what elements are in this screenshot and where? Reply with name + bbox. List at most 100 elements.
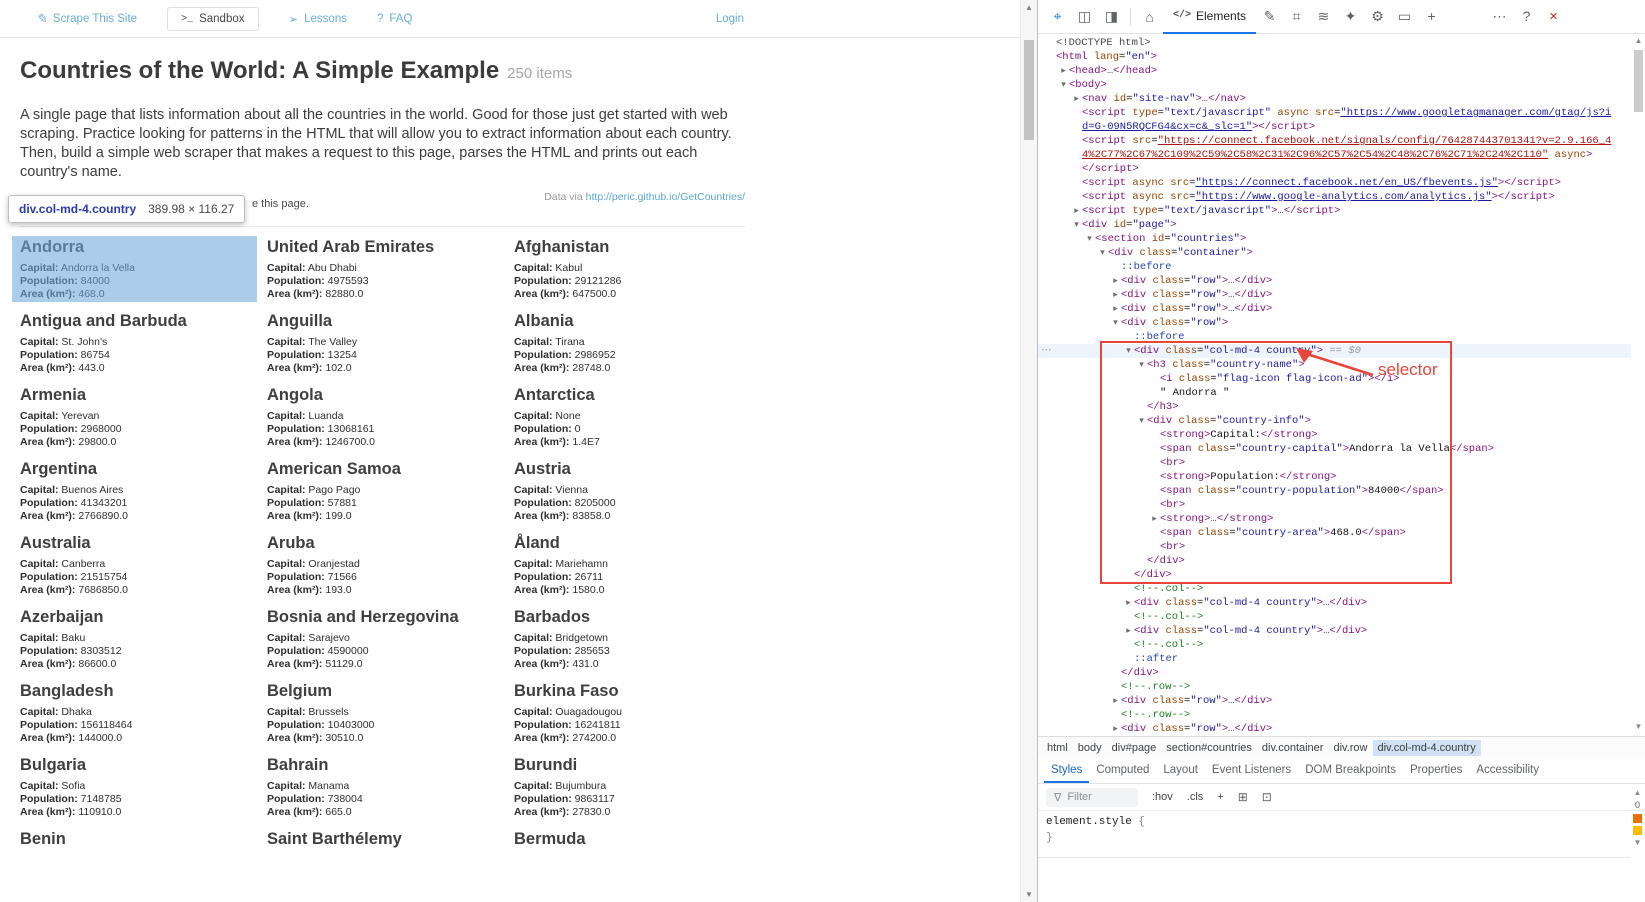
dom-tree-line[interactable]: <span class="country-population">84000</… [1038,484,1631,498]
close-icon[interactable]: × [1540,8,1567,25]
toggle-hov-button[interactable]: :hov [1152,791,1173,803]
nav-link-faq[interactable]: ? FAQ [377,13,412,25]
scroll-up-icon[interactable]: ▲ [1021,3,1037,12]
tab-layout[interactable]: Layout [1156,758,1205,783]
dom-tree-line[interactable]: d=G-09N5RQCFG4&cx=c&_slc=1"></script> [1038,120,1631,134]
dom-tree-line[interactable]: ▾<div class="container"> [1038,246,1631,260]
dom-tree-line[interactable]: <i class="flag-icon flag-icon-ad"></i> [1038,372,1631,386]
dom-tree-line[interactable]: ▾<h3 class="country-name"> [1038,358,1631,372]
breadcrumb-item[interactable]: div.row [1328,740,1372,756]
more-options-icon[interactable]: ⋯ [1486,8,1513,25]
device-emulation-icon[interactable]: ◫ [1071,8,1098,25]
brand-link[interactable]: ✎ Scrape This Site [36,11,137,27]
more-tabs-icon[interactable]: + [1418,8,1445,25]
dom-tree-line[interactable]: <!--.row--> [1038,680,1631,694]
login-link[interactable]: Login [716,13,744,25]
computed-sidebar-icon[interactable]: ⊡ [1262,790,1272,804]
dom-tree-line[interactable]: <script src="https://connect.facebook.ne… [1038,134,1631,148]
styles-scroll-up-icon[interactable]: ▲ [1630,788,1645,797]
nav-link-lessons[interactable]: ➢ Lessons [289,12,347,26]
tab-event-listeners[interactable]: Event Listeners [1205,758,1298,783]
page-scrollbar[interactable]: ▲ ▼ [1020,0,1037,902]
collapse-arrow-icon[interactable]: ▾ [1136,358,1147,372]
element-style-rule[interactable]: element.style { [1046,814,1623,830]
dom-tree-line[interactable]: ▸<div class="row">…</div> [1038,302,1631,316]
dom-tree-line[interactable]: ::before [1038,330,1631,344]
toggle-cls-button[interactable]: .cls [1187,791,1204,803]
scrollbar-thumb[interactable] [1024,40,1034,140]
dom-tree-line[interactable]: ▸<div class="row">…</div> [1038,288,1631,302]
collapse-arrow-icon[interactable]: ▾ [1136,414,1147,428]
dom-tree-line[interactable]: ▾<div class="country-info"> [1038,414,1631,428]
dom-tree-line[interactable]: ▾<section id="countries"> [1038,232,1631,246]
styles-scroll-down-icon[interactable]: ▼ [1630,838,1645,847]
dom-tree-line[interactable]: <!DOCTYPE html> [1038,36,1631,50]
dom-tree-line[interactable]: <strong>Population:</strong> [1038,470,1631,484]
dom-tree-line[interactable]: </div> [1038,568,1631,582]
dom-tree-line[interactable]: <strong>Capital:</strong> [1038,428,1631,442]
inspect-element-icon[interactable]: ⌖ [1044,8,1071,25]
tree-scrollbar-thumb[interactable] [1634,50,1643,112]
dom-tree-line[interactable]: <!--.row--> [1038,708,1631,722]
expand-arrow-icon[interactable]: ▸ [1110,302,1121,316]
tab-accessibility[interactable]: Accessibility [1469,758,1546,783]
dom-tree-line[interactable]: ▸<div class="row">…</div> [1038,694,1631,708]
dom-tree-line[interactable]: <br> [1038,456,1631,470]
new-style-rule-button[interactable]: + [1217,791,1223,803]
expand-arrow-icon[interactable]: ▸ [1110,694,1121,708]
more-actions-icon[interactable]: ⋯ [1041,344,1052,358]
dom-tree-line[interactable]: ▸<strong>…</strong> [1038,512,1631,526]
expand-arrow-icon[interactable]: ▸ [1123,624,1134,638]
dom-tree-line[interactable]: " Andorra " [1038,386,1631,400]
collapse-arrow-icon[interactable]: ▾ [1110,316,1121,330]
dom-tree-line[interactable]: ▸<div class="row">…</div> [1038,274,1631,288]
tab-styles[interactable]: Styles [1044,758,1089,783]
dom-tree-line[interactable]: ▸<div class="col-md-4 country">…</div> [1038,624,1631,638]
dock-side-icon[interactable]: ▭ [1391,8,1418,25]
breadcrumb-item[interactable]: div.container [1257,740,1329,756]
dom-tree-line[interactable]: </script> [1038,162,1631,176]
grid-overlay-icon[interactable]: ⊞ [1238,790,1248,804]
dom-tree-line[interactable]: <html lang="en"> [1038,50,1631,64]
dom-tree-line[interactable]: <span class="country-capital">Andorra la… [1038,442,1631,456]
breadcrumb-item[interactable]: div.col-md-4.country [1373,740,1481,756]
help-icon[interactable]: ? [1513,8,1540,25]
dom-tree-line-selected[interactable]: ▾<div class="col-md-4 country"> == $0⋯ [1038,344,1631,358]
scroll-down-icon[interactable]: ▼ [1021,890,1037,899]
activity-bar-icon[interactable]: ◨ [1098,8,1125,25]
devtools-tree-scrollbar[interactable]: ▲ ▼ [1631,34,1645,736]
dom-tree-line[interactable]: <br> [1038,540,1631,554]
expand-arrow-icon[interactable]: ▸ [1071,92,1082,106]
performance-icon[interactable]: ✦ [1337,8,1364,25]
breadcrumb-item[interactable]: section#countries [1161,740,1257,756]
tree-scroll-down-icon[interactable]: ▼ [1631,722,1645,731]
expand-arrow-icon[interactable]: ▸ [1149,512,1160,526]
dom-tree-line[interactable]: ▸<div class="row">…</div> [1038,722,1631,736]
collapse-arrow-icon[interactable]: ▾ [1071,218,1082,232]
styles-scrollbar[interactable]: ▲ 0 ▼ [1630,788,1645,862]
dom-tree-line[interactable]: </h3> [1038,400,1631,414]
dom-tree-line[interactable]: ▸<div class="col-md-4 country">…</div> [1038,596,1631,610]
dom-tree-line[interactable]: ▾<div id="page"> [1038,218,1631,232]
expand-arrow-icon[interactable]: ▸ [1110,274,1121,288]
dom-tree-line[interactable]: <script async src="https://connect.faceb… [1038,176,1631,190]
dom-tree-line[interactable]: <!--.col--> [1038,610,1631,624]
dom-tree-line[interactable]: </div> [1038,666,1631,680]
tab-properties[interactable]: Properties [1403,758,1469,783]
tab-dom-breakpoints[interactable]: DOM Breakpoints [1298,758,1403,783]
settings-icon[interactable]: ⚙ [1364,8,1391,25]
dom-tree-line[interactable]: <!--.col--> [1038,582,1631,596]
filter-input[interactable]: ∇ Filter [1046,788,1138,807]
expand-arrow-icon[interactable]: ▸ [1110,722,1121,736]
dom-tree-line[interactable]: <!--.col--> [1038,638,1631,652]
expand-arrow-icon[interactable]: ▸ [1123,596,1134,610]
dom-tree-line[interactable]: ▾<div class="row"> [1038,316,1631,330]
breadcrumb-item[interactable]: body [1073,740,1107,756]
dom-tree-line[interactable]: </div> [1038,554,1631,568]
breadcrumb-item[interactable]: div#page [1107,740,1162,756]
expand-arrow-icon[interactable]: ▸ [1071,204,1082,218]
breadcrumb-item[interactable]: html [1042,740,1073,756]
dom-tree-line[interactable]: <span class="country-area">468.0</span> [1038,526,1631,540]
tree-scroll-up-icon[interactable]: ▲ [1631,36,1645,45]
dom-tree-line[interactable]: <script type="text/javascript" async src… [1038,106,1631,120]
